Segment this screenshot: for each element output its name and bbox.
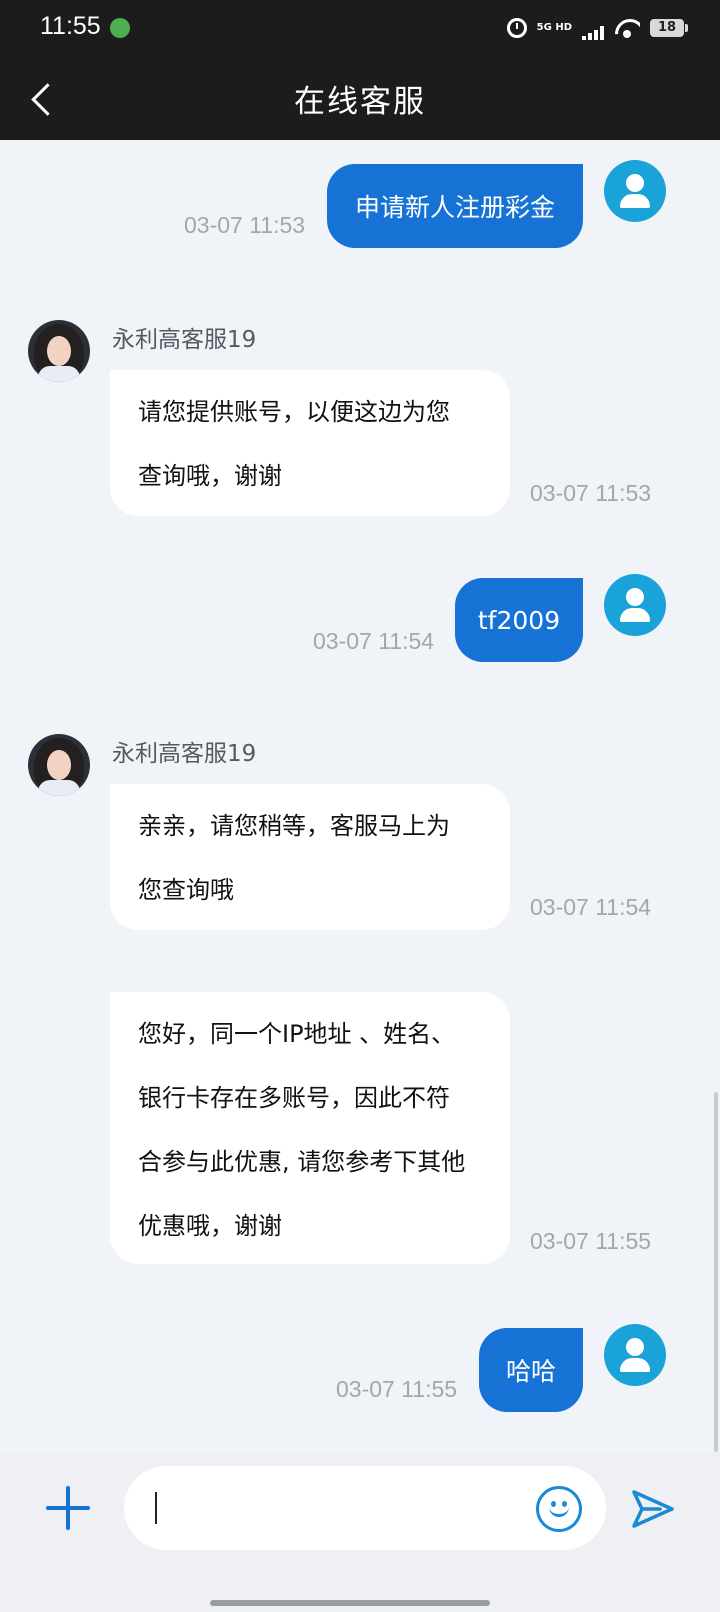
message-timestamp: 03-07 11:54 (313, 628, 435, 654)
scrollbar[interactable] (714, 1092, 718, 1452)
message-text-line: 您查询哦 (138, 876, 234, 904)
message-text-line: 合参与此优惠, 请您参考下其他 (138, 1148, 466, 1176)
agent-avatar[interactable] (28, 320, 90, 382)
alarm-icon (506, 18, 527, 38)
status-bar: 11:55 5G HD 18 (0, 0, 720, 56)
message-bubble[interactable]: 亲亲，请您稍等，客服马上为 您查询哦 (110, 784, 510, 930)
agent-avatar[interactable] (28, 734, 90, 796)
header: 在线客服 (0, 56, 720, 140)
message-bubble[interactable]: 您好，同一个IP地址 、姓名、 银行卡存在多账号，因此不符 合参与此优惠, 请您… (110, 992, 510, 1264)
message-incoming: 您好，同一个IP地址 、姓名、 银行卡存在多账号，因此不符 合参与此优惠, 请您… (0, 992, 720, 1268)
message-timestamp: 03-07 11:55 (336, 1376, 458, 1402)
composer-bar (0, 1452, 720, 1612)
send-icon (632, 1490, 674, 1528)
status-time: 11:55 (40, 12, 101, 40)
add-attachment-button[interactable] (46, 1486, 90, 1530)
message-text-line: 银行卡存在多账号，因此不符 (138, 1084, 450, 1112)
message-outgoing: 03-07 11:53 申请新人注册彩金 (0, 140, 720, 270)
page-title: 在线客服 (294, 84, 426, 120)
message-text: tf2009 (477, 605, 561, 635)
message-text-line: 您好，同一个IP地址 、姓名、 (138, 1020, 456, 1048)
message-input[interactable] (124, 1466, 606, 1550)
battery-icon: 18 (650, 19, 688, 37)
message-bubble[interactable]: 请您提供账号，以便这边为您 查询哦，谢谢 (110, 370, 510, 516)
message-bubble[interactable]: tf2009 (455, 578, 583, 662)
user-avatar-icon[interactable] (604, 1324, 666, 1386)
message-incoming: 永利高客服19 请您提供账号，以便这边为您 查询哦，谢谢 03-07 11:53 (0, 316, 720, 526)
message-text: 申请新人注册彩金 (354, 193, 555, 222)
emoji-button[interactable] (536, 1486, 582, 1532)
text-caret (155, 1492, 157, 1524)
message-timestamp: 03-07 11:53 (530, 480, 652, 506)
message-text-line: 优惠哦，谢谢 (138, 1212, 282, 1240)
wifi-icon (614, 17, 640, 39)
message-outgoing: 03-07 11:54 tf2009 (0, 570, 720, 680)
user-avatar-icon[interactable] (604, 574, 666, 636)
home-indicator[interactable] (210, 1600, 490, 1606)
agent-name: 永利高客服19 (112, 327, 257, 353)
status-icons: 5G HD 18 (506, 16, 688, 40)
notification-icon (110, 18, 130, 38)
message-bubble[interactable]: 申请新人注册彩金 (327, 164, 583, 248)
message-text-line: 查询哦，谢谢 (138, 462, 282, 490)
message-text: 哈哈 (505, 1357, 556, 1386)
message-timestamp: 03-07 11:53 (184, 212, 306, 238)
message-text-line: 请您提供账号，以便这边为您 (138, 398, 450, 426)
message-timestamp: 03-07 11:55 (530, 1228, 652, 1254)
message-text-line: 亲亲，请您稍等，客服马上为 (138, 812, 450, 840)
user-avatar-icon[interactable] (604, 160, 666, 222)
message-incoming: 永利高客服19 亲亲，请您稍等，客服马上为 您查询哦 03-07 11:54 (0, 730, 720, 940)
message-outgoing: 03-07 11:55 哈哈 (0, 1320, 720, 1430)
signal-icon (582, 26, 604, 40)
message-timestamp: 03-07 11:54 (530, 894, 652, 920)
network-label: 5G HD (536, 22, 572, 33)
chat-area[interactable]: 03-07 11:53 申请新人注册彩金 永利高客服19 请您提供账号，以便这边… (0, 140, 720, 1492)
send-button[interactable] (630, 1488, 676, 1530)
agent-name: 永利高客服19 (112, 741, 257, 767)
message-bubble[interactable]: 哈哈 (479, 1328, 583, 1412)
